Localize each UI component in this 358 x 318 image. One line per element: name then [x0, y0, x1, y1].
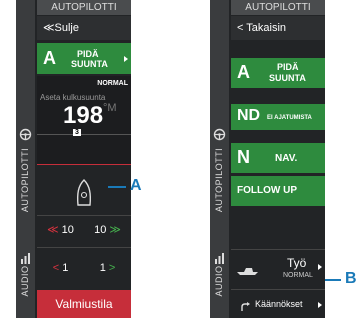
work-status: NORMAL [283, 272, 313, 279]
rudder-indicator-line [37, 164, 131, 165]
boat-icon [73, 178, 95, 213]
status-normal: NORMAL [97, 80, 128, 87]
helm-icon[interactable] [213, 128, 226, 141]
work-label: Työ [287, 256, 307, 270]
stbd-1-button[interactable]: 1 > [84, 256, 131, 280]
callout-a: A [130, 177, 142, 194]
mode-follow-up-button[interactable]: FOLLOW UP [231, 176, 325, 206]
double-chevron-right-icon: ≫ [109, 224, 121, 236]
audio-bars-icon [19, 252, 32, 265]
mode-label: NAV. [275, 153, 298, 164]
mode-heading-hold-button[interactable]: A PIDÄ SUUNTA [231, 58, 325, 88]
heading-unit: °M [103, 102, 117, 114]
mode-nav-button[interactable]: N NAV. [231, 143, 325, 173]
stbd-10-button[interactable]: 10 ≫ [84, 218, 131, 242]
mode-letter: ND [237, 107, 261, 124]
callout-line-a [108, 186, 126, 188]
sidebar-label-audio[interactable]: AUDIO [214, 265, 224, 296]
double-chevron-left-icon: ≪ [47, 224, 59, 236]
sidebar-strip: AUTOPILOTTI AUDIO [16, 0, 35, 318]
chevron-right-icon [318, 302, 322, 308]
heading-label: Aseta kulkusuunta [40, 93, 106, 102]
chevron-right-icon: > [108, 262, 116, 274]
helm-icon[interactable] [19, 128, 32, 141]
panel-title: AUTOPILOTTI [231, 0, 325, 15]
mode-heading-hold-button[interactable]: A PIDÄ SUUNTA [37, 43, 131, 74]
autopilot-panel-main: AUTOPILOTTI AUDIO AUTOPILOTTI ≪Sulje A P… [16, 0, 131, 318]
heading-value: 198 [63, 102, 104, 129]
port-1-button[interactable]: < 1 [37, 256, 84, 280]
stbd-10-label: 10 [94, 224, 107, 236]
autopilot-mode-menu: AUTOPILOTTI AUDIO AUTOPILOTTI < Takaisin… [210, 0, 325, 318]
heading-display: NORMAL Aseta kulkusuunta 198 °M 3 [37, 76, 131, 164]
panel-title: AUTOPILOTTI [37, 0, 131, 15]
mode-label: FOLLOW UP [237, 185, 297, 196]
callout-line-b [325, 279, 341, 281]
divider [37, 215, 131, 216]
mode-letter: A [43, 48, 56, 68]
work-mode-button[interactable]: Työ NORMAL [231, 253, 325, 287]
mode-label-line1: PIDÄ [277, 62, 299, 72]
divider [231, 289, 325, 290]
turn-icon [241, 299, 250, 317]
sidebar-strip: AUTOPILOTTI AUDIO [210, 0, 229, 318]
chevron-right-icon [124, 56, 128, 62]
mode-label: EI AJATUMISTA [267, 115, 312, 121]
port-1-label: 1 [62, 262, 69, 274]
mode-label-line2: SUUNTA [71, 59, 108, 69]
turns-button[interactable]: Käännökset [231, 291, 325, 318]
divider [37, 247, 131, 248]
sidebar-label-autopilot[interactable]: AUTOPILOTTI [214, 148, 224, 212]
divider [231, 249, 325, 250]
chevron-left-icon: < [52, 262, 60, 274]
mode-no-drift-button[interactable]: ND EI AJATUMISTA [231, 104, 325, 130]
audio-bars-icon [213, 252, 226, 265]
mode-letter: N [237, 147, 250, 167]
mode-letter: A [237, 62, 250, 82]
sidebar-label-audio[interactable]: AUDIO [20, 265, 30, 296]
mode-label-line1: PIDÄ [77, 49, 99, 59]
close-button[interactable]: ≪Sulje [37, 16, 131, 40]
port-10-label: 10 [61, 224, 74, 236]
rudder-bar [37, 134, 131, 135]
sidebar-label-autopilot[interactable]: AUTOPILOTTI [20, 148, 30, 212]
mode-label-line2: SUUNTA [269, 73, 306, 83]
callout-b: B [345, 270, 357, 287]
boat-side-icon [236, 263, 260, 281]
chevron-right-icon [318, 264, 322, 270]
stbd-1-label: 1 [99, 262, 106, 274]
rudder-value: 3 [73, 129, 81, 136]
turns-label: Käännökset [255, 299, 303, 309]
back-button[interactable]: < Takaisin [231, 16, 325, 40]
port-10-button[interactable]: ≪ 10 [37, 218, 84, 242]
standby-button[interactable]: Valmiustila [37, 290, 131, 318]
